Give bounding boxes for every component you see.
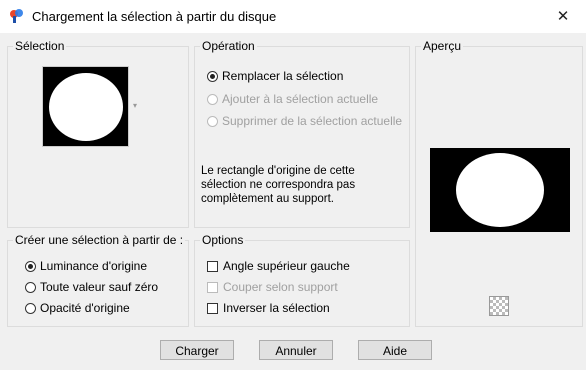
transparency-toggle-icon[interactable]	[489, 296, 509, 316]
thumbnail-dropdown-arrow-icon[interactable]: ▾	[133, 101, 137, 110]
options-group-label: Options	[200, 233, 246, 247]
checkbox-crop-box[interactable]	[207, 281, 218, 293]
checkbox-crop-to-canvas[interactable]: Couper selon support	[207, 280, 338, 294]
radio-subtract-selection[interactable]: Supprimer de la sélection actuelle	[207, 114, 402, 128]
checkbox-crop-label: Couper selon support	[223, 280, 338, 294]
radio-replace-indicator[interactable]	[207, 70, 218, 82]
load-button[interactable]: Charger	[160, 340, 234, 360]
selection-thumbnail	[42, 66, 129, 147]
checkbox-top-left-label: Angle supérieur gauche	[223, 259, 350, 273]
close-button[interactable]: ✕	[540, 0, 586, 33]
radio-nonzero-indicator[interactable]	[25, 281, 36, 293]
title-bar: Chargement la sélection à partir du disq…	[0, 0, 586, 33]
window-title: Chargement la sélection à partir du disq…	[32, 9, 277, 24]
selection-group-label: Sélection	[13, 39, 67, 53]
create-from-group-label: Créer une sélection à partir de :	[13, 233, 186, 247]
radio-any-nonzero[interactable]: Toute valeur sauf zéro	[25, 280, 158, 294]
radio-subtract-label: Supprimer de la sélection actuelle	[222, 114, 403, 128]
radio-luminance-label: Luminance d'origine	[40, 259, 148, 273]
radio-opacity-label: Opacité d'origine	[40, 301, 130, 315]
checkbox-invert-box[interactable]	[207, 302, 218, 314]
preview-ellipse	[456, 153, 544, 227]
radio-nonzero-label: Toute valeur sauf zéro	[40, 280, 159, 294]
radio-add-selection[interactable]: Ajouter à la sélection actuelle	[207, 92, 378, 106]
radio-opacity-indicator[interactable]	[25, 302, 36, 314]
help-button[interactable]: Aide	[358, 340, 432, 360]
radio-add-label: Ajouter à la sélection actuelle	[222, 92, 379, 106]
paintshop-app-icon	[10, 9, 23, 23]
thumbnail-ellipse	[49, 73, 123, 141]
radio-luminance-indicator[interactable]	[25, 260, 36, 272]
checkbox-invert-label: Inverser la sélection	[223, 301, 330, 315]
radio-add-indicator[interactable]	[207, 93, 218, 105]
cancel-button[interactable]: Annuler	[259, 340, 333, 360]
radio-source-luminance[interactable]: Luminance d'origine	[25, 259, 147, 273]
radio-source-opacity[interactable]: Opacité d'origine	[25, 301, 130, 315]
radio-subtract-indicator[interactable]	[207, 115, 218, 127]
checkbox-top-left-corner[interactable]: Angle supérieur gauche	[207, 259, 350, 273]
radio-replace-label: Remplacer la sélection	[222, 69, 344, 83]
preview-image	[430, 148, 570, 232]
radio-replace-selection[interactable]: Remplacer la sélection	[207, 69, 343, 83]
checkbox-invert-selection[interactable]: Inverser la sélection	[207, 301, 330, 315]
operation-group-label: Opération	[200, 39, 257, 53]
checkbox-top-left-box[interactable]	[207, 260, 218, 272]
mismatch-warning-text: Le rectangle d'origine de cette sélectio…	[201, 165, 356, 205]
preview-group-label: Aperçu	[421, 39, 464, 53]
